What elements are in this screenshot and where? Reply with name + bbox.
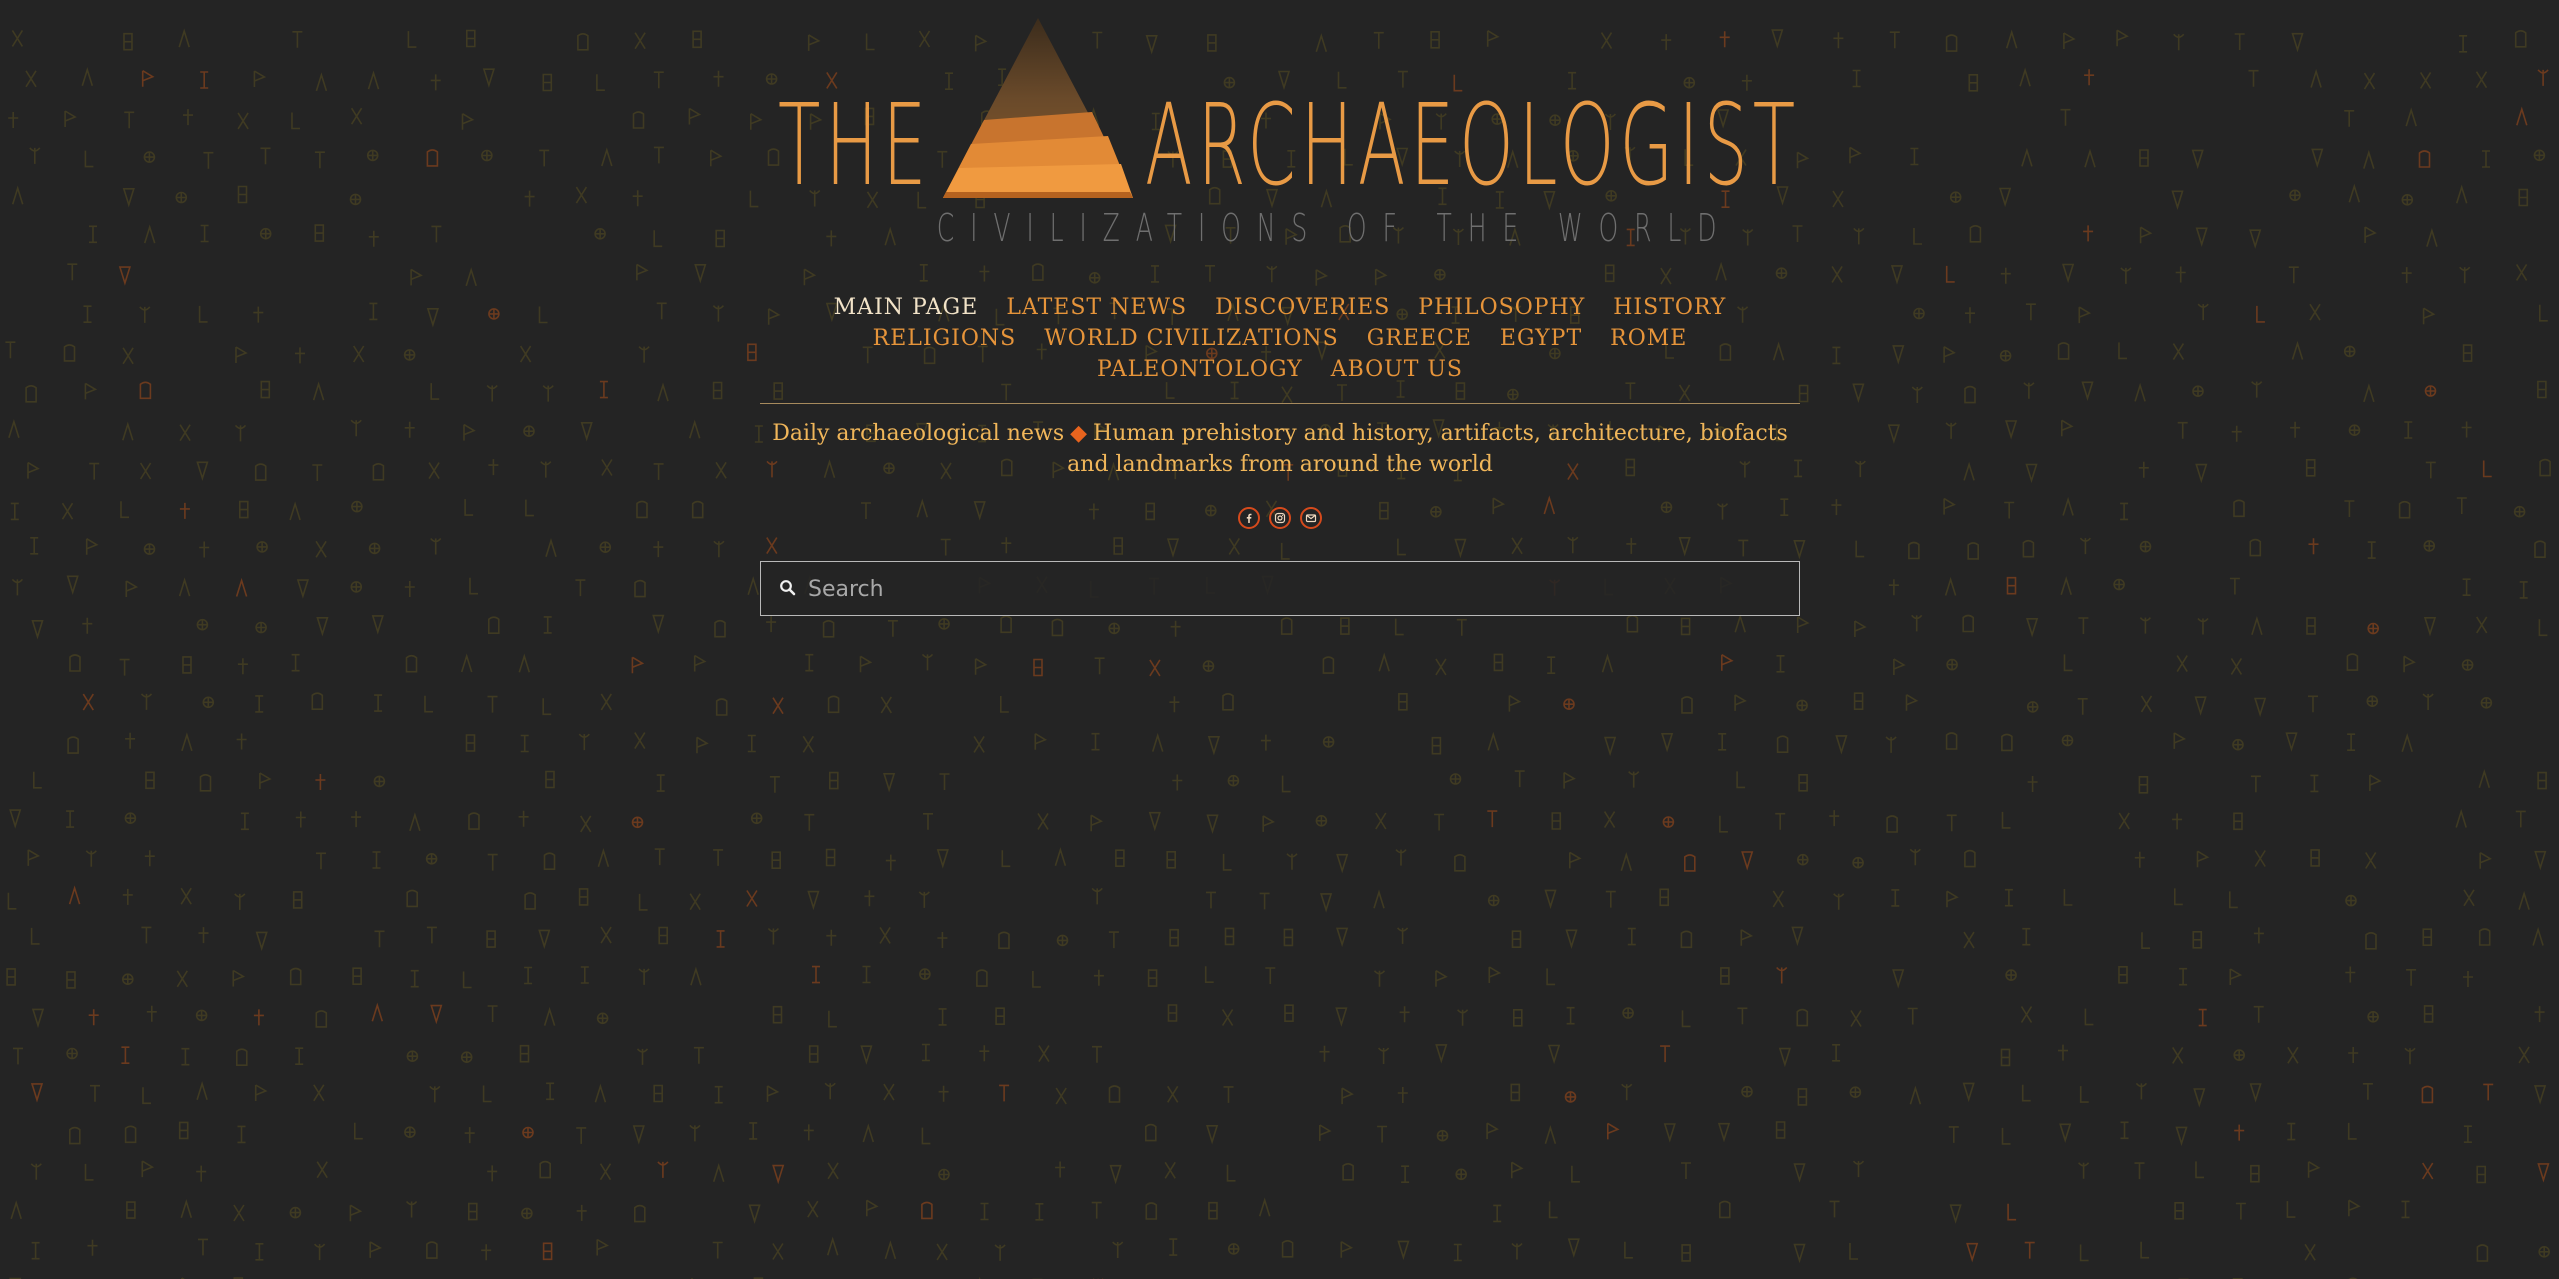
instagram-icon[interactable] [1269,507,1291,529]
nav-rome[interactable]: ROME [1610,323,1687,354]
nav-main-page[interactable]: MAIN PAGE [834,292,979,323]
description-right: Human prehistory and history, artifacts,… [1067,421,1788,477]
logo-tagline: CIVILIZATIONS OF THE WORLD [936,206,1733,250]
nav-philosophy[interactable]: PHILOSOPHY [1418,292,1585,323]
nav-world-civilizations[interactable]: WORLD CIVILIZATIONS [1044,323,1339,354]
pyramid-icon [943,18,1133,198]
facebook-icon[interactable] [1237,507,1260,529]
nav-greece[interactable]: GREECE [1367,323,1472,354]
nav-history[interactable]: HISTORY [1613,292,1726,323]
nav-row-1: MAIN PAGE LATEST NEWS DISCOVERIES PHILOSOPH… [760,292,1800,323]
search-input[interactable] [806,562,1790,616]
main-navigation: MAIN PAGE LATEST NEWS DISCOVERIES PHILOSOPH… [760,292,1800,385]
search-box [760,561,1800,616]
logo-word-archaeologist: ARCHAEOLOGIST [1145,81,1801,211]
description-left: Daily archaeological news [772,421,1065,446]
nav-row-2: RELIGIONS WORLD CIVILIZATIONS GREECE EGYPT R… [760,323,1800,354]
site-description: Daily archaeological news ◆ Human prehisto… [760,418,1800,480]
search-icon[interactable] [778,578,798,598]
logo-word-the: THE [778,81,932,211]
nav-religions[interactable]: RELIGIONS [873,323,1017,354]
email-icon[interactable] [1300,507,1323,529]
nav-row-3: PALEONTOLOGY ABOUT US [760,354,1800,385]
nav-latest-news[interactable]: LATEST NEWS [1006,292,1187,323]
nav-egypt[interactable]: EGYPT [1500,323,1582,354]
header-divider [760,403,1800,404]
diamond-separator-icon: ◆ [1070,421,1088,446]
site-logo[interactable]: THE ARCHAEOLOGIST CIVILIZATIONS OF THE W… [760,0,1800,250]
nav-about-us[interactable]: ABOUT US [1331,354,1463,385]
nav-discoveries[interactable]: DISCOVERIES [1215,292,1390,323]
social-links [760,507,1800,533]
nav-paleontology[interactable]: PALEONTOLOGY [1097,354,1303,385]
